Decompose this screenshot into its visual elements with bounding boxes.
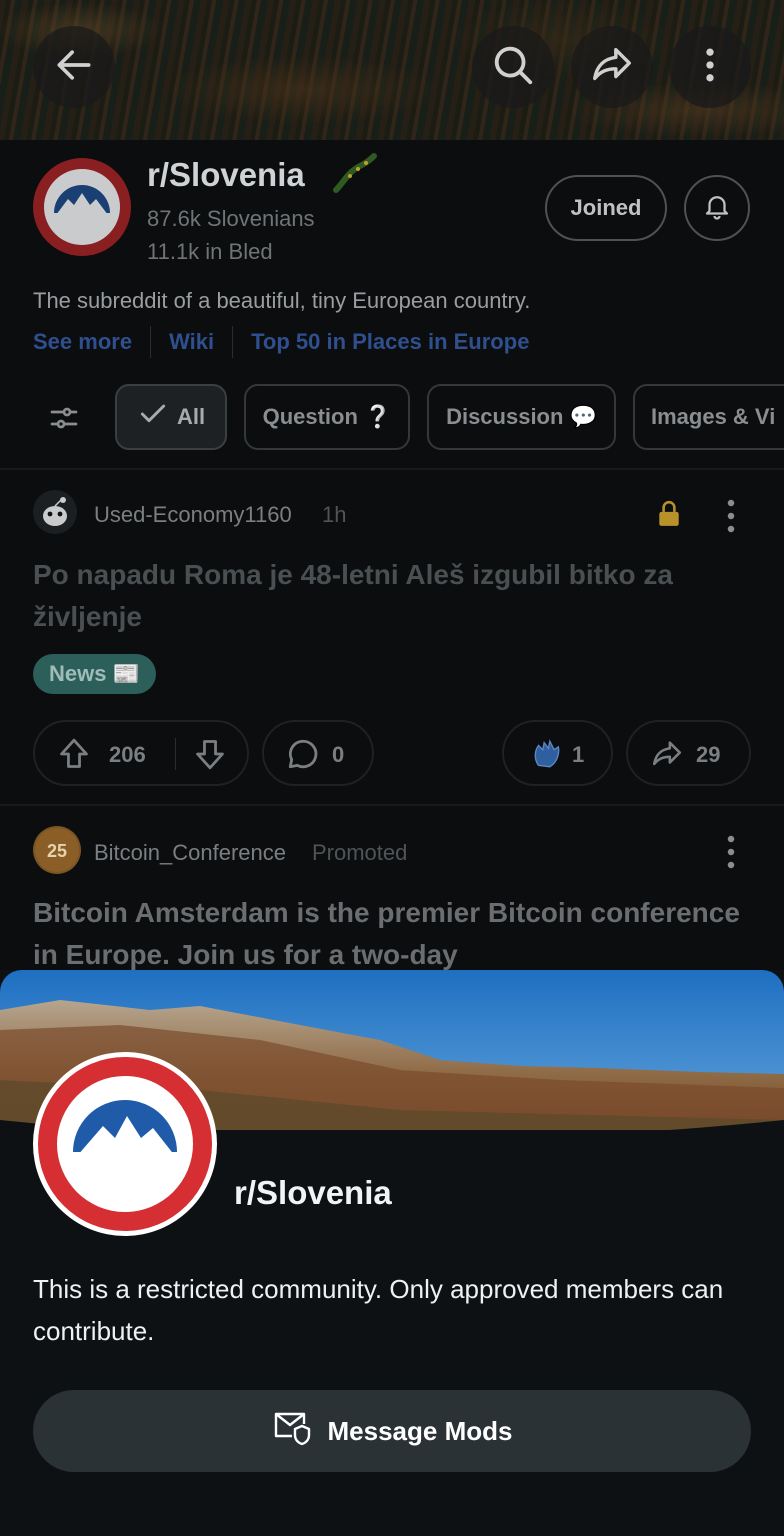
vote-bar: 206 bbox=[33, 720, 249, 786]
chip-label: All bbox=[176, 404, 206, 429]
post-title[interactable]: Bitcoin Amsterdam is the premier Bitcoin… bbox=[33, 892, 753, 976]
chip-label: Question ❔ bbox=[262, 404, 392, 429]
share-icon bbox=[589, 42, 635, 93]
notifications-button[interactable] bbox=[684, 175, 750, 241]
chip-label: Images & Vi bbox=[651, 404, 776, 429]
post-time: 1h bbox=[322, 502, 347, 527]
arrow-left-icon bbox=[52, 43, 96, 92]
advertiser-name[interactable]: Bitcoin_Conference bbox=[94, 840, 286, 866]
search-icon bbox=[490, 42, 536, 93]
wiki-link[interactable]: Wiki bbox=[169, 329, 214, 355]
mail-shield-icon bbox=[272, 1410, 312, 1453]
back-button[interactable] bbox=[33, 26, 115, 108]
post-flair[interactable]: News 📰 bbox=[33, 654, 156, 694]
ranking-link[interactable]: Top 50 in Places in Europe bbox=[251, 329, 529, 355]
chip-images-video[interactable]: Images & Vi bbox=[633, 384, 784, 450]
clapping-hands-icon bbox=[530, 737, 564, 777]
svg-text:25: 25 bbox=[47, 841, 67, 861]
search-button[interactable] bbox=[472, 26, 554, 108]
divider bbox=[232, 326, 234, 358]
post-share-button[interactable]: 29 bbox=[626, 720, 751, 786]
post-more-icon[interactable] bbox=[718, 832, 744, 877]
bell-icon bbox=[702, 191, 732, 226]
subreddit-avatar[interactable] bbox=[33, 158, 131, 256]
comments-button[interactable]: 0 bbox=[262, 720, 374, 786]
share-button[interactable] bbox=[571, 26, 653, 108]
share-icon bbox=[650, 737, 684, 777]
chip-discussion[interactable]: Discussion 💬 bbox=[427, 384, 616, 450]
more-vertical-icon bbox=[688, 43, 732, 92]
advertiser-avatar[interactable]: 25 bbox=[33, 826, 81, 874]
user-avatar[interactable] bbox=[33, 490, 77, 534]
check-icon bbox=[137, 398, 169, 436]
post-author[interactable]: Used-Economy1160 bbox=[94, 502, 292, 528]
mountain-logo-icon bbox=[44, 169, 120, 245]
share-count: 29 bbox=[696, 742, 721, 767]
avatar-ring bbox=[38, 1057, 212, 1231]
subreddit-header: r/Slovenia 87.6k Slovenians 11.1k in Ble… bbox=[0, 140, 784, 380]
comment-count: 0 bbox=[332, 742, 345, 767]
member-count: 87.6k Slovenians bbox=[147, 206, 315, 231]
promoted-post-card[interactable]: 25 Bitcoin_Conference Promoted Bitcoin A… bbox=[0, 806, 784, 976]
subreddit-description: The subreddit of a beautiful, tiny Europ… bbox=[33, 288, 531, 313]
subreddit-name: r/Slovenia bbox=[147, 156, 305, 193]
subreddit-banner bbox=[0, 0, 784, 140]
chip-question[interactable]: Question ❔ bbox=[244, 384, 410, 450]
chip-all[interactable]: All bbox=[115, 384, 227, 450]
post-card[interactable]: Used-Economy1160 1h Po napadu Roma je 48… bbox=[0, 470, 784, 804]
comment-icon bbox=[286, 737, 320, 777]
see-more-link[interactable]: See more bbox=[33, 329, 132, 355]
mountain-logo-icon bbox=[57, 1076, 193, 1212]
award-button[interactable]: 1 bbox=[502, 720, 613, 786]
vote-count: 206 bbox=[109, 742, 146, 767]
lock-icon bbox=[656, 500, 682, 533]
restricted-community-sheet: r/Slovenia This is a restricted communit… bbox=[0, 970, 784, 1536]
community-name: r/Slovenia bbox=[234, 1174, 392, 1211]
award-count: 1 bbox=[572, 742, 585, 767]
restricted-message: This is a restricted community. Only app… bbox=[33, 1274, 724, 1346]
divider bbox=[150, 326, 152, 358]
post-title[interactable]: Po napadu Roma je 48-letni Aleš izgubil … bbox=[33, 554, 753, 638]
chip-label: Discussion 💬 bbox=[446, 404, 597, 429]
upvote-icon[interactable] bbox=[57, 736, 91, 778]
promoted-label: Promoted bbox=[312, 840, 408, 865]
subreddit-feed: r/Slovenia 87.6k Slovenians 11.1k in Ble… bbox=[0, 140, 784, 970]
joined-button[interactable]: Joined bbox=[545, 175, 667, 241]
subreddit-links: See more Wiki Top 50 in Places in Europe bbox=[33, 326, 529, 358]
divider bbox=[175, 738, 176, 770]
flair-filter-bar: All Question ❔ Discussion 💬 Images & Vi bbox=[0, 384, 784, 450]
more-button[interactable] bbox=[669, 26, 751, 108]
gecko-emoji-icon bbox=[330, 152, 378, 201]
online-count: 11.1k in Bled bbox=[147, 239, 273, 264]
downvote-icon[interactable] bbox=[193, 736, 227, 778]
message-mods-button[interactable]: Message Mods bbox=[33, 1390, 751, 1472]
community-avatar bbox=[33, 1052, 217, 1236]
filter-sliders-icon[interactable] bbox=[46, 400, 82, 441]
post-more-icon[interactable] bbox=[718, 496, 744, 541]
message-mods-label: Message Mods bbox=[327, 1415, 513, 1446]
